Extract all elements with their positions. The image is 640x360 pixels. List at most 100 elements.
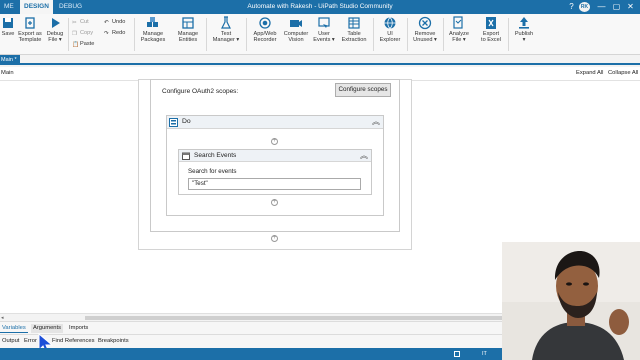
maximize-button[interactable]: ▢ [611,2,622,12]
tab-output[interactable]: Output [0,337,21,346]
copy-icon: ❐ [72,31,78,37]
tab-main[interactable]: Main * [0,55,20,65]
redo-button[interactable]: ↷ Redo [104,29,125,37]
play-icon [52,18,60,28]
close-button[interactable]: ✕ [625,2,636,12]
globe-icon [384,17,396,29]
tab-imports[interactable]: Imports [67,324,90,333]
save-label: Save [1,31,15,37]
paste-button[interactable]: 📋Paste [72,40,94,48]
save-button[interactable]: Save [0,16,16,37]
debug-file-button[interactable]: Debug File ▾ [45,16,65,44]
avatar[interactable]: RK [579,2,590,12]
undo-label: Undo [112,19,126,25]
remove-icon [418,16,432,30]
ribbon-separator [68,18,69,51]
expand-all-button[interactable]: Expand All [576,70,603,76]
do-header: Do ︽ [167,116,383,129]
recorder-button[interactable]: App/Web Recorder [250,16,280,44]
search-events-header: Search Events ︽ [179,150,371,162]
configure-scopes-button[interactable]: Configure scopes [335,83,391,97]
copy-button[interactable]: ❐ Copy [72,29,93,37]
ribbon-separator [443,18,444,51]
export-label-2: Template [18,37,42,44]
analyze-label-2: File ▾ [452,37,466,44]
events-label-1: User [318,31,330,37]
table-label-1: Table [347,31,361,37]
collapse-chevron-icon[interactable]: ︽ [372,116,380,127]
table-icon [348,17,360,29]
document-tab-strip: Main * [0,55,640,65]
test-manager-button[interactable]: Test Manager ▾ [210,16,242,44]
events-label-2: Events ▾ [313,37,335,44]
scissors-icon: ✂ [72,20,77,26]
collapse-chevron-icon[interactable]: ︽ [360,150,368,161]
redo-icon: ↷ [104,31,109,37]
explorer-label-1: UI [387,31,393,37]
minimize-button[interactable]: — [596,2,607,12]
cut-label: Cut [80,19,89,25]
test-label-1: Test [220,31,232,37]
search-events-input[interactable]: "Test" [188,178,361,190]
packages-label-1: Manage [142,31,164,37]
excel-label-2: to Excel [481,37,501,44]
manage-packages-button[interactable]: Manage Packages [138,16,168,44]
analyze-file-button[interactable]: Analyze File ▾ [447,16,471,44]
add-activity-plus-icon[interactable]: + [271,235,278,242]
test-label-2: Manager ▾ [212,37,240,44]
flask-icon [221,16,231,29]
ribbon-separator [508,18,509,51]
publish-label-1: Publish [514,31,534,37]
ribbon-toolbar: Save Export as Template Debug File ▾ ✂ Cu… [0,14,640,55]
table-label-2: Extraction [341,37,367,44]
user-events-icon [318,17,330,28]
manage-entities-button[interactable]: Manage Entities [173,16,203,44]
scrollbar-thumb[interactable] [85,316,505,320]
help-icon[interactable]: ? [566,2,577,12]
add-activity-plus-icon[interactable]: + [271,138,278,145]
recorder-label-1: App/Web [253,31,277,37]
language-indicator[interactable]: IT [482,349,487,359]
tab-arguments[interactable]: Arguments [31,324,64,333]
export-label-1: Export as [18,31,42,37]
add-activity-plus-icon[interactable]: + [271,199,278,206]
remove-unused-button[interactable]: Remove Unused ▾ [411,16,439,44]
cut-button[interactable]: ✂ Cut [72,18,89,26]
redo-label: Redo [112,30,126,36]
export-template-button[interactable]: Export as Template [16,16,44,44]
export-excel-button[interactable]: Export to Excel [477,16,505,44]
ui-explorer-button[interactable]: UI Explorer [377,16,403,44]
camera-icon [290,20,302,27]
remove-label-1: Remove [414,31,436,37]
clipboard-icon: 📋 [72,42,79,48]
search-for-events-label: Search for events [188,168,237,175]
breadcrumb[interactable]: Main [1,70,14,76]
collapse-all-button[interactable]: Collapse All [608,70,638,76]
copy-label: Copy [80,30,94,36]
tab-variables[interactable]: Variables [0,324,28,333]
record-icon [259,17,271,29]
user-events-button[interactable]: User Events ▾ [312,16,336,44]
publish-button[interactable]: Publish ▾ [512,16,536,44]
undo-icon: ↶ [104,20,109,26]
computer-vision-button[interactable]: Computer Vision [281,16,311,44]
publish-icon [519,17,529,29]
cv-label-1: Computer [283,31,309,37]
tab-breakpoints[interactable]: Breakpoints [96,337,131,346]
ribbon-separator [246,18,247,51]
title-bar: ME DESIGN DEBUG Automate with Rakesh - U… [0,0,640,14]
search-events-activity[interactable]: Search Events ︽ Search for events "Test" [178,149,372,195]
calendar-icon [182,152,190,160]
oauth-scopes-label: Configure OAuth2 scopes: [162,88,239,95]
webcam-overlay [502,242,640,360]
undo-button[interactable]: ↶ Undo [104,18,125,26]
table-extraction-button[interactable]: Table Extraction [338,16,370,44]
export-template-icon [25,17,35,29]
source-control-icon[interactable] [454,351,460,357]
ribbon-separator [206,18,207,51]
entities-icon [182,17,194,29]
excel-icon [486,17,496,29]
debug-label-1: Debug [46,31,64,37]
tab-find-references[interactable]: Find References [50,337,97,346]
recorder-label-2: Recorder [253,37,277,44]
